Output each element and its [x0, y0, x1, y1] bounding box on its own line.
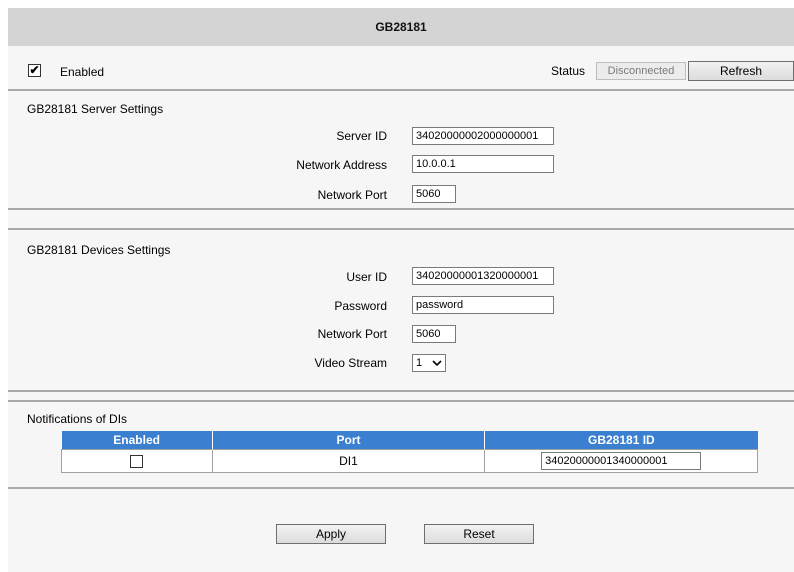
column-header-port: Port — [212, 431, 486, 450]
server-network-port-input[interactable]: 5060 — [412, 185, 456, 203]
divider — [8, 228, 794, 230]
server-network-port-label: Network Port — [317, 188, 387, 202]
password-input[interactable]: password — [412, 296, 554, 314]
divider — [8, 89, 794, 91]
device-network-port-input[interactable]: 5060 — [412, 325, 456, 343]
server-id-label: Server ID — [336, 129, 387, 143]
device-settings-heading: GB28181 Devices Settings — [27, 243, 171, 257]
divider — [8, 487, 794, 489]
user-id-input[interactable]: 34020000001320000001 — [412, 267, 554, 285]
notifications-heading: Notifications of DIs — [27, 412, 128, 426]
chevron-down-icon — [432, 359, 442, 366]
notifications-table: Enabled Port GB28181 ID DI1 340200000013… — [61, 431, 758, 473]
column-header-enabled: Enabled — [61, 431, 213, 450]
server-id-input[interactable]: 34020000002000000001 — [412, 127, 554, 145]
table-header-row: Enabled Port GB28181 ID — [61, 431, 758, 450]
enabled-label: Enabled — [60, 65, 105, 79]
server-settings-heading: GB28181 Server Settings — [27, 102, 164, 116]
di-port-cell: DI1 — [211, 449, 486, 473]
status-label: Status — [551, 64, 586, 78]
di1-gb28181-id-input[interactable]: 34020000001340000001 — [541, 452, 702, 470]
di-gb-id-cell: 34020000001340000001 — [484, 449, 758, 473]
column-header-gb28181-id: GB28181 ID — [484, 431, 758, 450]
status-badge: Disconnected — [596, 62, 686, 80]
page-title: GB28181 — [8, 8, 794, 47]
device-network-port-label: Network Port — [317, 327, 387, 341]
di1-enabled-checkbox[interactable] — [130, 455, 144, 469]
refresh-button[interactable]: Refresh — [688, 61, 794, 81]
apply-button[interactable]: Apply — [276, 524, 386, 544]
network-address-input[interactable]: 10.0.0.1 — [412, 155, 554, 173]
user-id-label: User ID — [346, 270, 387, 284]
video-stream-select[interactable]: 1 — [412, 354, 446, 372]
enabled-checkbox[interactable]: ✔ — [28, 64, 41, 77]
video-stream-value: 1 — [416, 357, 423, 369]
reset-button[interactable]: Reset — [424, 524, 534, 544]
checkmark-icon: ✔ — [29, 63, 40, 77]
network-address-label: Network Address — [296, 158, 387, 172]
table-row: DI1 34020000001340000001 — [61, 449, 758, 473]
di-enabled-cell — [61, 449, 213, 473]
video-stream-label: Video Stream — [314, 356, 388, 370]
divider — [8, 400, 794, 402]
divider — [8, 208, 794, 210]
divider — [8, 390, 794, 392]
password-label: Password — [334, 299, 387, 313]
